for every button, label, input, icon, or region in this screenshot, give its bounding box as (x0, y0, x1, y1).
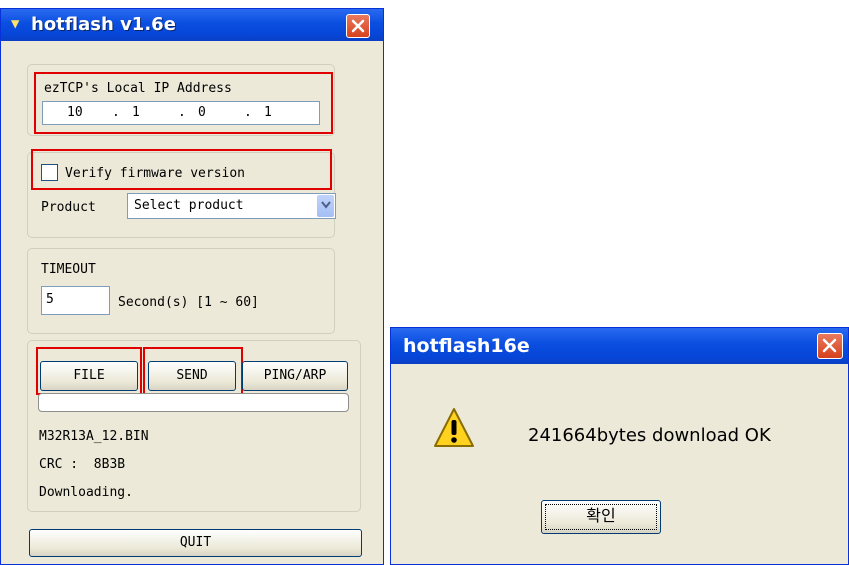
ip-octet-1[interactable]: 10 (67, 105, 83, 120)
ip-octet-2[interactable]: 1 (132, 105, 140, 120)
dialog-message: 241664bytes download OK (528, 425, 771, 446)
download-result-dialog: hotflash16e 241664bytes download OK 확인 (390, 327, 849, 565)
crc-text: CRC : 8B3B (39, 457, 126, 472)
close-icon (351, 19, 365, 33)
dialog-title-bar[interactable]: hotflash16e (391, 328, 848, 364)
warning-icon (434, 408, 474, 447)
chevron-down-icon (321, 201, 331, 209)
ip-octet-3[interactable]: 0 (198, 105, 206, 120)
ip-dot-2: . (178, 105, 186, 120)
timeout-input[interactable]: 5 (41, 286, 110, 315)
dialog-title: hotflash16e (403, 335, 530, 357)
ip-octet-4[interactable]: 1 (264, 105, 272, 120)
ping-arp-button[interactable]: PING/ARP (242, 361, 348, 391)
product-dropdown-button[interactable] (317, 195, 334, 217)
progress-bar (38, 393, 349, 412)
timeout-label: TIMEOUT (41, 262, 96, 277)
file-highlight-box (36, 347, 142, 395)
ok-button[interactable]: 확인 (541, 500, 661, 534)
quit-button[interactable]: QUIT (29, 529, 362, 557)
status-text: Downloading. (39, 485, 133, 500)
verify-label[interactable]: Verify firmware version (65, 166, 245, 181)
file-name-text: M32R13A_12.BIN (39, 429, 149, 444)
app-icon: ▼ (11, 16, 20, 32)
close-icon (822, 338, 837, 353)
ok-focus-outline (545, 504, 657, 530)
product-select[interactable]: Select product (127, 193, 336, 219)
product-label: Product (41, 200, 96, 215)
ip-group-label: ezTCP's Local IP Address (44, 81, 232, 96)
timeout-value: 5 (46, 292, 54, 307)
timeout-unit-label: Second(s) [1 ~ 60] (118, 295, 259, 310)
ip-dot-1: . (112, 105, 120, 120)
hotflash-main-window: ▼ hotflash v1.6e ezTCP's Local IP Addres… (0, 8, 384, 565)
dialog-close-button[interactable] (817, 333, 843, 359)
send-highlight-box (143, 347, 243, 395)
window-title: hotflash v1.6e (31, 14, 176, 35)
product-selected-value: Select product (134, 198, 244, 213)
close-button[interactable] (346, 14, 370, 38)
ip-address-input[interactable]: 10 . 1 . 0 . 1 (42, 101, 320, 125)
verify-checkbox[interactable] (41, 164, 58, 181)
ip-dot-3: . (244, 105, 252, 120)
title-bar[interactable]: ▼ hotflash v1.6e (1, 9, 383, 41)
